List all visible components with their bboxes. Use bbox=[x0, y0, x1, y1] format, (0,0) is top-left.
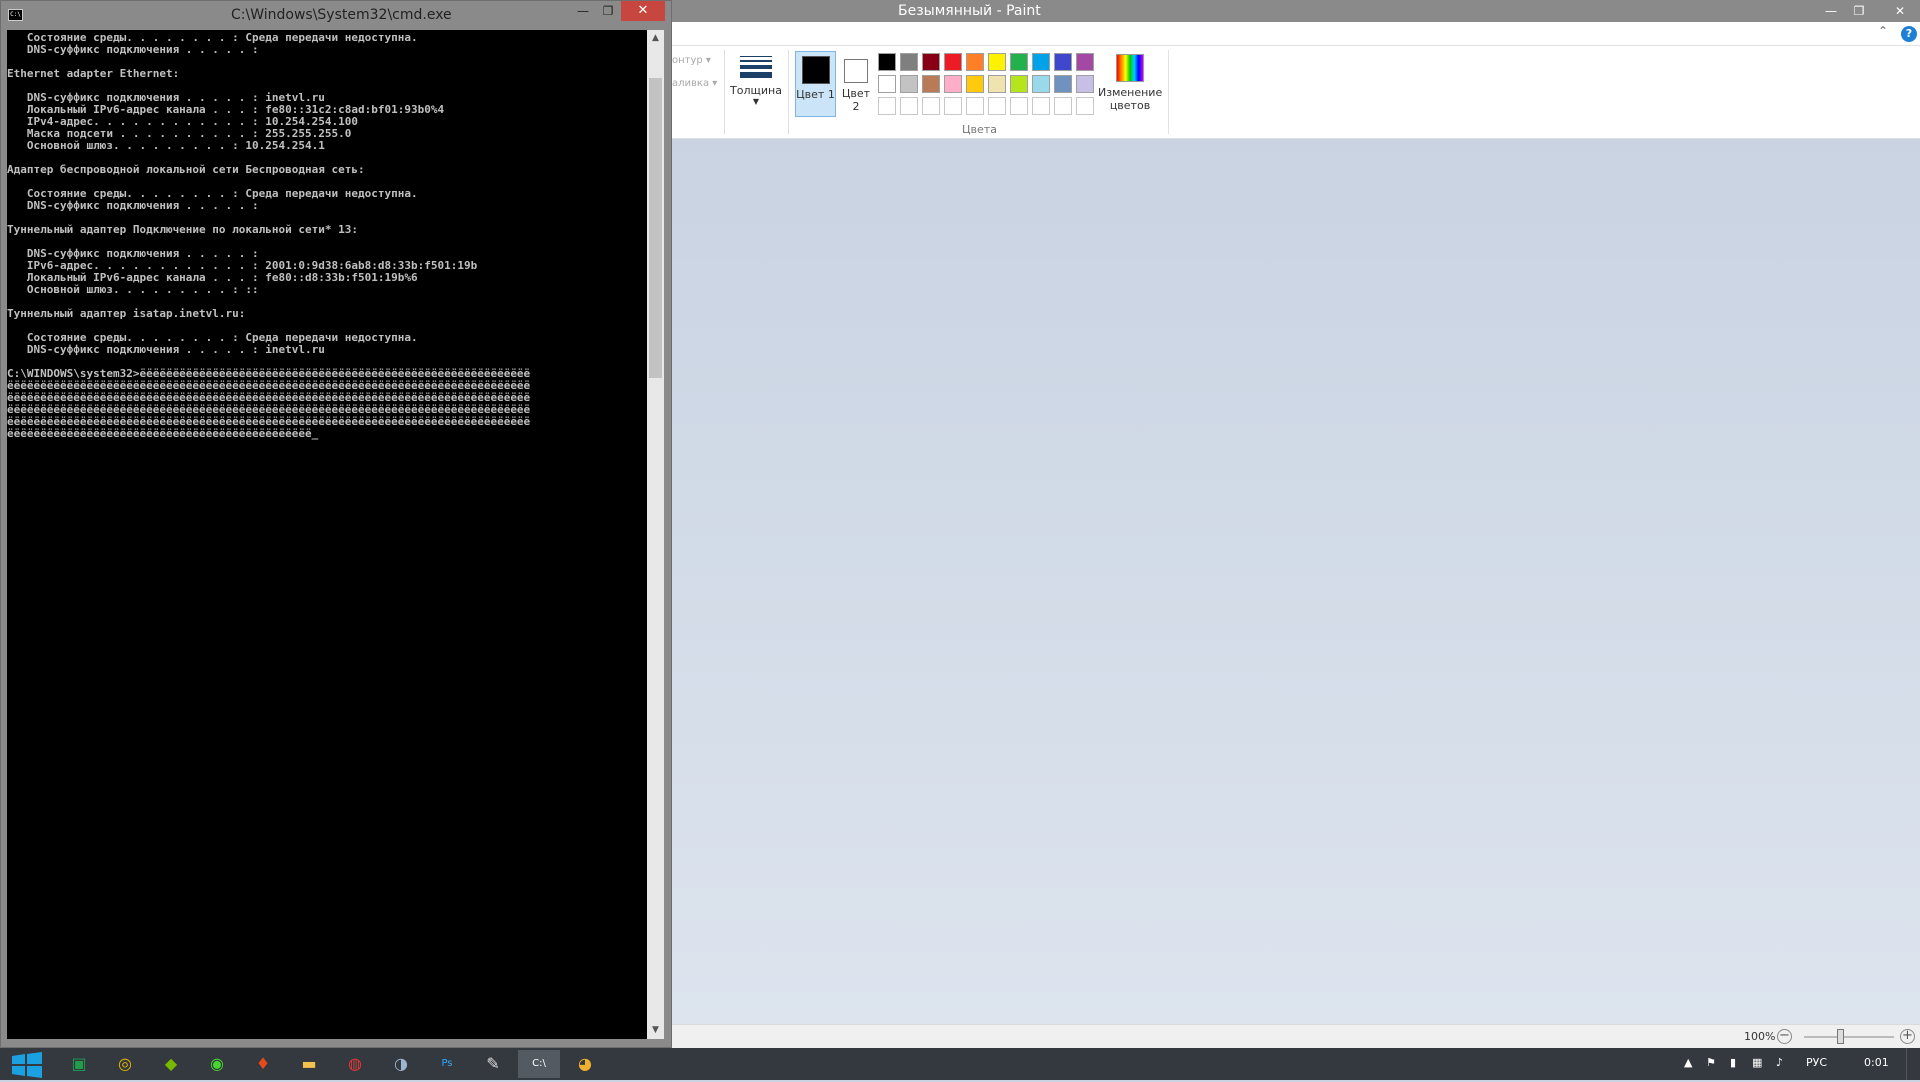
taskbar-app-chrome[interactable]: ◍ bbox=[334, 1050, 376, 1078]
palette-color-swatch[interactable] bbox=[1010, 53, 1028, 71]
color2-button[interactable]: Цвет 2 bbox=[839, 51, 873, 117]
cmd-minimize-button[interactable]: — bbox=[570, 1, 596, 21]
palette-color-swatch[interactable] bbox=[1054, 75, 1072, 93]
palette-color-swatch[interactable] bbox=[1076, 53, 1094, 71]
color1-label: Цвет 1 bbox=[796, 88, 835, 101]
color1-swatch bbox=[801, 56, 830, 84]
palette-color-swatch[interactable] bbox=[1054, 53, 1072, 71]
paint-minimize-button[interactable]: — bbox=[1817, 0, 1845, 22]
zoom-level: 100% bbox=[1744, 1030, 1776, 1043]
network-icon[interactable]: ▦ bbox=[1752, 1056, 1762, 1069]
paint-restore-button[interactable]: ❐ bbox=[1845, 0, 1873, 22]
palette-color-swatch[interactable] bbox=[1054, 97, 1072, 115]
cmd-console[interactable]: Состояние среды. . . . . . . . : Среда п… bbox=[7, 30, 647, 1039]
cmd-close-button[interactable]: ✕ bbox=[621, 1, 665, 21]
palette-color-swatch[interactable] bbox=[1010, 97, 1028, 115]
palette-color-swatch[interactable] bbox=[878, 75, 896, 93]
windows-logo-icon bbox=[12, 1052, 42, 1078]
zoom-out-button[interactable]: − bbox=[1777, 1029, 1792, 1044]
palette-color-swatch[interactable] bbox=[922, 97, 940, 115]
color-spectrum-icon bbox=[1116, 54, 1144, 82]
palette-color-swatch[interactable] bbox=[944, 97, 962, 115]
edit-colors-label: Изменение цветов bbox=[1098, 86, 1163, 112]
zoom-slider-thumb[interactable] bbox=[1836, 1029, 1844, 1044]
ribbon-separator bbox=[1168, 50, 1169, 134]
help-icon[interactable]: ? bbox=[1901, 26, 1917, 42]
show-hidden-icons-icon[interactable]: ▲ bbox=[1684, 1056, 1692, 1069]
show-desktop-button[interactable] bbox=[1906, 1048, 1920, 1080]
palette-color-swatch[interactable] bbox=[988, 53, 1006, 71]
scrollbar-thumb[interactable] bbox=[649, 78, 662, 378]
thickness-button[interactable]: Толщина ▼ bbox=[730, 52, 782, 138]
taskbar-app-nvidia[interactable]: ◆ bbox=[150, 1050, 192, 1078]
palette-color-swatch[interactable] bbox=[944, 75, 962, 93]
palette-color-swatch[interactable] bbox=[944, 53, 962, 71]
paint-close-button[interactable]: ✕ bbox=[1880, 0, 1920, 22]
scroll-up-icon[interactable]: ▲ bbox=[647, 30, 664, 47]
volume-icon[interactable]: ♪ bbox=[1776, 1056, 1783, 1069]
scroll-down-icon[interactable]: ▼ bbox=[647, 1022, 664, 1039]
cmd-titlebar[interactable]: C:\ C:\Windows\System32\cmd.exe — ❐ ✕ bbox=[1, 1, 671, 29]
palette-color-swatch[interactable] bbox=[1032, 97, 1050, 115]
palette-color-swatch[interactable] bbox=[900, 53, 918, 71]
taskbar-app-software-center[interactable]: ♦ bbox=[242, 1050, 284, 1078]
taskbar-app-cmd[interactable]: C:\ bbox=[518, 1050, 560, 1078]
line-thickness-icon bbox=[730, 56, 782, 78]
cmd-window-title: C:\Windows\System32\cmd.exe bbox=[231, 7, 452, 23]
chevron-down-icon: ▼ bbox=[752, 97, 760, 106]
palette-color-swatch[interactable] bbox=[988, 97, 1006, 115]
palette-color-swatch[interactable] bbox=[878, 53, 896, 71]
colors-group-label: Цвета bbox=[962, 123, 997, 136]
thickness-label: Толщина bbox=[730, 84, 782, 97]
palette-color-swatch[interactable] bbox=[922, 53, 940, 71]
taskbar-app-photoshop[interactable]: Ps bbox=[426, 1050, 468, 1078]
ribbon-separator bbox=[788, 50, 789, 134]
palette-color-swatch[interactable] bbox=[988, 75, 1006, 93]
cmd-window: C:\ C:\Windows\System32\cmd.exe — ❐ ✕ Со… bbox=[0, 0, 672, 1048]
palette-color-swatch[interactable] bbox=[966, 75, 984, 93]
color2-swatch bbox=[844, 59, 868, 83]
cmd-scrollbar[interactable]: ▲ ▼ bbox=[647, 30, 664, 1039]
cmd-restore-button[interactable]: ❐ bbox=[595, 1, 621, 21]
palette-color-swatch[interactable] bbox=[878, 97, 896, 115]
action-center-flag-icon[interactable]: ⚑ bbox=[1706, 1056, 1716, 1069]
taskbar-app-explorer[interactable]: ▬ bbox=[288, 1050, 330, 1078]
color2-label: Цвет 2 bbox=[841, 87, 871, 113]
start-button[interactable] bbox=[10, 1052, 44, 1078]
taskbar-app-razer[interactable]: ◉ bbox=[196, 1050, 238, 1078]
palette-color-swatch[interactable] bbox=[966, 53, 984, 71]
palette-color-swatch[interactable] bbox=[1076, 97, 1094, 115]
paint-window-title: Безымянный - Paint bbox=[898, 3, 1041, 19]
cmd-output: Состояние среды. . . . . . . . : Среда п… bbox=[7, 31, 531, 440]
palette-color-swatch[interactable] bbox=[1076, 75, 1094, 93]
taskbar-app-chrome-canary[interactable]: ◎ bbox=[104, 1050, 146, 1078]
zoom-slider[interactable] bbox=[1804, 1036, 1894, 1038]
palette-color-swatch[interactable] bbox=[1032, 53, 1050, 71]
taskbar-app-excel[interactable]: ▣ bbox=[58, 1050, 100, 1078]
taskbar-app-tool[interactable]: ✎ bbox=[472, 1050, 514, 1078]
ribbon-separator bbox=[724, 50, 725, 134]
palette-color-swatch[interactable] bbox=[900, 75, 918, 93]
palette-color-swatch[interactable] bbox=[922, 75, 940, 93]
shape-outline-button[interactable]: онтур ▾ bbox=[672, 55, 711, 66]
palette-color-swatch[interactable] bbox=[900, 97, 918, 115]
clock[interactable]: 0:01 bbox=[1864, 1056, 1889, 1069]
taskbar-app-steam[interactable]: ◑ bbox=[380, 1050, 422, 1078]
ribbon-collapse-icon[interactable]: ⌃ bbox=[1878, 24, 1888, 38]
language-indicator[interactable]: РУС bbox=[1806, 1056, 1827, 1069]
palette-color-swatch[interactable] bbox=[1032, 75, 1050, 93]
color1-button[interactable]: Цвет 1 bbox=[795, 51, 836, 117]
power-icon[interactable]: ▮ bbox=[1730, 1056, 1736, 1069]
palette-color-swatch[interactable] bbox=[1010, 75, 1028, 93]
palette-color-swatch[interactable] bbox=[966, 97, 984, 115]
taskbar-app-paint[interactable]: ◕ bbox=[564, 1050, 606, 1078]
edit-colors-button[interactable]: Изменение цветов bbox=[1098, 52, 1162, 112]
shape-fill-button[interactable]: аливка ▾ bbox=[672, 78, 717, 89]
zoom-in-button[interactable]: + bbox=[1900, 1029, 1915, 1044]
taskbar: ▣ ◎ ◆ ◉ ♦ ▬ ◍ ◑ Ps ✎ C:\ ◕ ▲ ⚑ ▮ ▦ ♪ РУС 0:01 bbox=[0, 1048, 1920, 1080]
cmd-icon: C:\ bbox=[8, 9, 23, 21]
